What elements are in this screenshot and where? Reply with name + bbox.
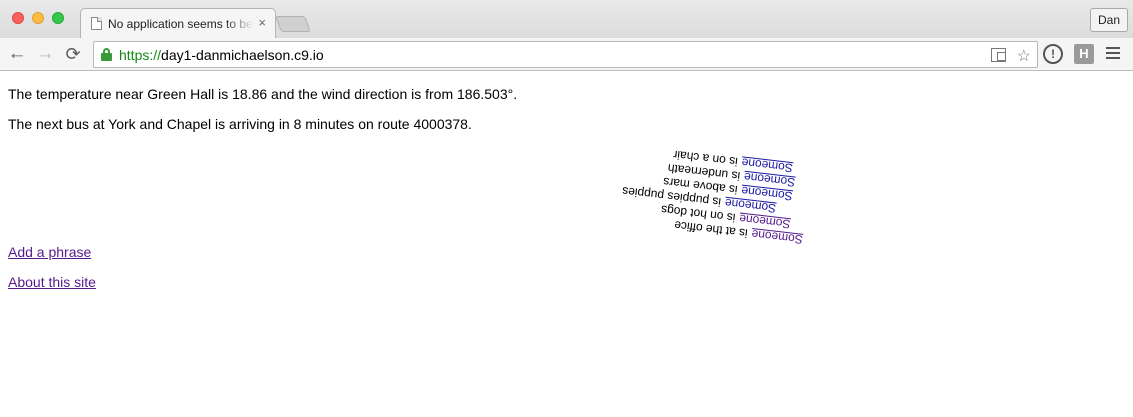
star-icon[interactable]: ☆ bbox=[1017, 46, 1031, 66]
bus-text: The next bus at York and Chapel is arriv… bbox=[8, 116, 472, 132]
menu-icon[interactable] bbox=[1106, 47, 1120, 61]
address-bar[interactable]: https://day1-danmichaelson.c9.io ☆ bbox=[93, 41, 1038, 68]
reader-mode-icon[interactable] bbox=[991, 48, 1007, 62]
forward-icon[interactable]: → bbox=[34, 43, 56, 65]
title-bar: No application seems to be × Dan bbox=[0, 0, 1133, 38]
back-icon[interactable]: ← bbox=[6, 43, 28, 65]
add-phrase-link[interactable]: Add a phrase bbox=[8, 244, 91, 260]
page-content: The temperature near Green Hall is 18.86… bbox=[0, 72, 1133, 417]
zoom-window-button[interactable] bbox=[52, 12, 64, 24]
about-site-link[interactable]: About this site bbox=[8, 274, 96, 290]
profile-button[interactable]: Dan bbox=[1090, 8, 1128, 32]
browser-toolbar: ← → ⟳ https://day1-danmichaelson.c9.io ☆… bbox=[0, 38, 1133, 71]
phrase-person-link[interactable]: Someone bbox=[751, 227, 804, 247]
new-tab-button[interactable] bbox=[275, 16, 311, 32]
reload-icon[interactable]: ⟳ bbox=[62, 43, 84, 65]
tab-close-icon[interactable]: × bbox=[258, 15, 266, 30]
tab-title: No application seems to be bbox=[108, 17, 253, 31]
browser-tab[interactable]: No application seems to be × bbox=[80, 8, 276, 38]
h-extension-icon[interactable]: H bbox=[1074, 44, 1094, 64]
page-icon bbox=[91, 17, 102, 30]
close-window-button[interactable] bbox=[12, 12, 24, 24]
url-text[interactable]: https://day1-danmichaelson.c9.io bbox=[119, 47, 324, 63]
alert-extension-icon[interactable]: ! bbox=[1043, 44, 1063, 64]
url-scheme: https:// bbox=[119, 47, 162, 63]
weather-text: The temperature near Green Hall is 18.86… bbox=[8, 86, 518, 102]
rotated-phrase-list: Someoneis at the office Someoneis on hot … bbox=[621, 129, 813, 247]
minimize-window-button[interactable] bbox=[32, 12, 44, 24]
url-host: day1-danmichaelson.c9.io bbox=[161, 47, 324, 63]
lock-icon[interactable] bbox=[101, 48, 112, 62]
